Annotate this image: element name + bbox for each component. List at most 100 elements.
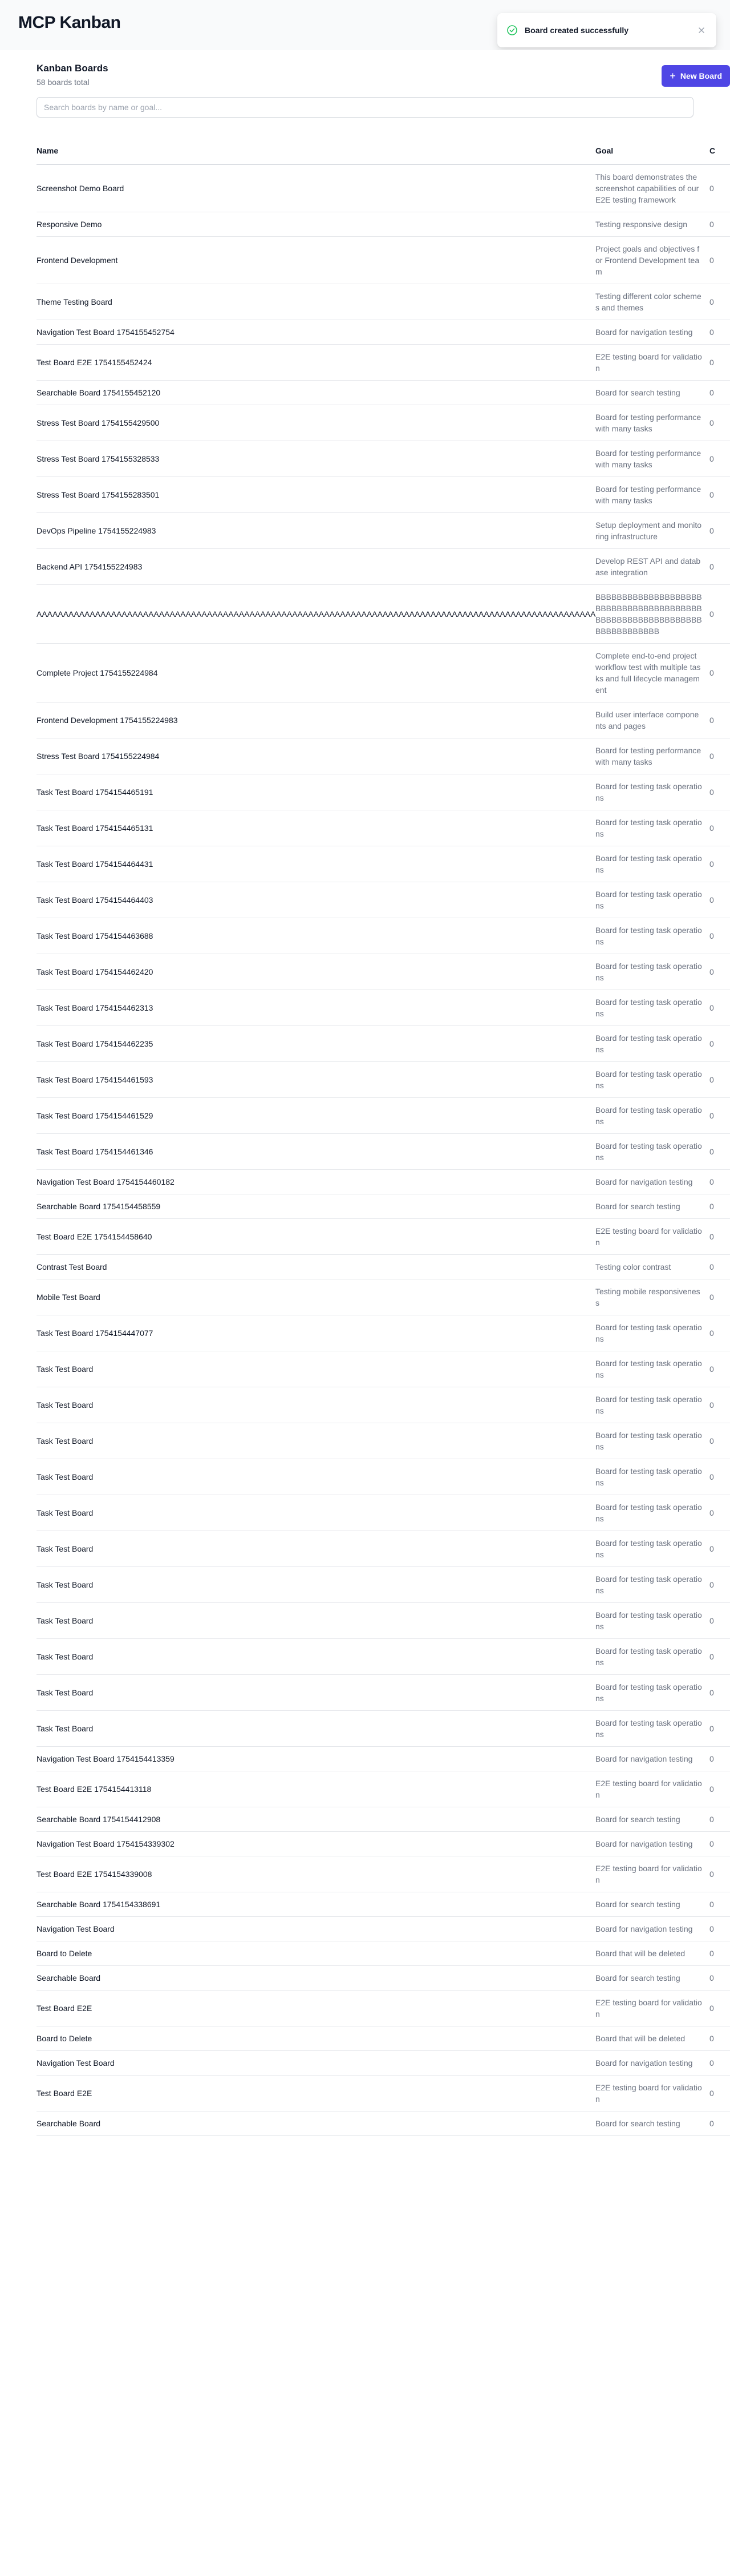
board-name-cell[interactable]: Task Test Board 1754154447077 xyxy=(36,1315,595,1351)
board-name-cell[interactable]: Complete Project 1754155224984 xyxy=(36,643,595,702)
table-row[interactable]: Task Test Board 1754154462235 Board for t… xyxy=(36,1025,730,1062)
board-name-cell[interactable]: Test Board E2E 1754154413118 xyxy=(36,1771,595,1807)
board-name-cell[interactable]: Navigation Test Board 1754154413359 xyxy=(36,1746,595,1771)
table-row[interactable]: Test Board E2E 1754154339008 E2E testing … xyxy=(36,1856,730,1892)
board-name-cell[interactable]: Mobile Test Board xyxy=(36,1279,595,1315)
column-header-name[interactable]: Name xyxy=(36,137,595,165)
board-name-cell[interactable]: Navigation Test Board 1754154460182 xyxy=(36,1169,595,1194)
table-row[interactable]: Task Test Board 1754154461529 Board for t… xyxy=(36,1097,730,1134)
table-row[interactable]: Navigation Test Board Board for navigatio… xyxy=(36,1916,730,1941)
board-name-cell[interactable]: Task Test Board xyxy=(36,1566,595,1603)
table-row[interactable]: Test Board E2E 1754154413118 E2E testing … xyxy=(36,1771,730,1807)
table-row[interactable]: Test Board E2E E2E testing board for vali… xyxy=(36,1990,730,2026)
table-row[interactable]: Searchable Board 1754155452120 Board for … xyxy=(36,380,730,405)
new-board-button[interactable]: + New Board xyxy=(662,65,730,87)
table-row[interactable]: Searchable Board 1754154412908 Board for … xyxy=(36,1807,730,1832)
table-row[interactable]: Task Test Board 1754154465191 Board for t… xyxy=(36,774,730,810)
board-name-cell[interactable]: Task Test Board xyxy=(36,1459,595,1495)
board-name-cell[interactable]: Task Test Board 1754154462235 xyxy=(36,1025,595,1062)
board-name-cell[interactable]: Searchable Board 1754154338691 xyxy=(36,1892,595,1917)
board-name-cell[interactable]: Backend API 1754155224983 xyxy=(36,548,595,585)
column-header-goal[interactable]: Goal xyxy=(595,137,709,165)
board-name-cell[interactable]: Task Test Board 1754154465131 xyxy=(36,810,595,846)
board-name-cell[interactable]: Stress Test Board 1754155328533 xyxy=(36,441,595,477)
board-name-cell[interactable]: Task Test Board 1754154463688 xyxy=(36,918,595,954)
board-name-cell[interactable]: Task Test Board xyxy=(36,1674,595,1711)
board-name-cell[interactable]: Searchable Board 1754154458559 xyxy=(36,1194,595,1219)
table-row[interactable]: Contrast Test Board Testing color contras… xyxy=(36,1254,730,1279)
boards-table-wrapper[interactable]: Name Goal C Screenshot Demo Board This bo… xyxy=(36,137,730,2136)
table-row[interactable]: Theme Testing Board Testing different col… xyxy=(36,284,730,320)
board-name-cell[interactable]: Navigation Test Board 1754155452754 xyxy=(36,320,595,345)
table-row[interactable]: Mobile Test Board Testing mobile responsi… xyxy=(36,1279,730,1315)
board-name-cell[interactable]: Task Test Board xyxy=(36,1602,595,1639)
table-row[interactable]: Task Test Board 1754154461346 Board for t… xyxy=(36,1133,730,1170)
table-row[interactable]: Task Test Board Board for testing task op… xyxy=(36,1387,730,1423)
table-row[interactable]: Task Test Board Board for testing task op… xyxy=(36,1495,730,1531)
board-name-cell[interactable]: Task Test Board xyxy=(36,1531,595,1567)
board-name-cell[interactable]: Frontend Development xyxy=(36,236,595,284)
table-row[interactable]: Task Test Board 1754154463688 Board for t… xyxy=(36,918,730,954)
table-row[interactable]: DevOps Pipeline 1754155224983 Setup deplo… xyxy=(36,512,730,549)
table-row[interactable]: Task Test Board Board for testing task op… xyxy=(36,1459,730,1495)
column-header-extra[interactable]: C xyxy=(709,137,730,165)
board-name-cell[interactable]: Searchable Board xyxy=(36,1965,595,1990)
table-row[interactable]: Task Test Board 1754154464403 Board for t… xyxy=(36,882,730,918)
board-name-cell[interactable]: Task Test Board xyxy=(36,1351,595,1387)
table-row[interactable]: Navigation Test Board 1754154339302 Board… xyxy=(36,1831,730,1856)
board-name-cell[interactable]: Test Board E2E 1754154458640 xyxy=(36,1218,595,1255)
board-name-cell[interactable]: Task Test Board xyxy=(36,1387,595,1423)
table-row[interactable]: Navigation Test Board Board for navigatio… xyxy=(36,2050,730,2076)
table-row[interactable]: Searchable Board Board for search testing… xyxy=(36,2111,730,2136)
board-name-cell[interactable]: Navigation Test Board 1754154339302 xyxy=(36,1831,595,1856)
board-name-cell[interactable]: Task Test Board 1754154462420 xyxy=(36,954,595,990)
board-name-cell[interactable]: Theme Testing Board xyxy=(36,284,595,320)
table-row[interactable]: Test Board E2E E2E testing board for vali… xyxy=(36,2075,730,2111)
board-name-cell[interactable]: Frontend Development 1754155224983 xyxy=(36,702,595,738)
table-row[interactable]: Task Test Board 1754154464431 Board for t… xyxy=(36,846,730,882)
board-name-cell[interactable]: Responsive Demo xyxy=(36,212,595,237)
board-name-cell[interactable]: DevOps Pipeline 1754155224983 xyxy=(36,512,595,549)
table-row[interactable]: Navigation Test Board 1754154460182 Board… xyxy=(36,1169,730,1194)
board-name-cell[interactable]: Navigation Test Board xyxy=(36,1916,595,1941)
table-row[interactable]: Test Board E2E 1754155452424 E2E testing … xyxy=(36,344,730,381)
board-name-cell[interactable]: Test Board E2E xyxy=(36,1990,595,2026)
board-name-cell[interactable]: Task Test Board 1754154464431 xyxy=(36,846,595,882)
table-row[interactable]: Screenshot Demo Board This board demonstr… xyxy=(36,164,730,212)
board-name-cell[interactable]: Test Board E2E 1754155452424 xyxy=(36,344,595,381)
table-row[interactable]: Stress Test Board 1754155328533 Board for… xyxy=(36,441,730,477)
table-row[interactable]: Stress Test Board 1754155283501 Board for… xyxy=(36,477,730,513)
table-row[interactable]: Complete Project 1754155224984 Complete e… xyxy=(36,643,730,702)
board-name-cell[interactable]: Searchable Board 1754155452120 xyxy=(36,380,595,405)
table-row[interactable]: Task Test Board Board for testing task op… xyxy=(36,1351,730,1387)
board-name-cell[interactable]: Board to Delete xyxy=(36,1941,595,1966)
board-name-cell[interactable]: Task Test Board xyxy=(36,1710,595,1747)
table-row[interactable]: Board to Delete Board that will be delete… xyxy=(36,1941,730,1966)
board-name-cell[interactable]: Task Test Board xyxy=(36,1423,595,1459)
board-name-cell[interactable]: Board to Delete xyxy=(36,2026,595,2051)
board-name-cell[interactable]: Task Test Board xyxy=(36,1638,595,1675)
table-row[interactable]: Task Test Board Board for testing task op… xyxy=(36,1423,730,1459)
table-row[interactable]: Task Test Board 1754154461593 Board for t… xyxy=(36,1061,730,1098)
table-row[interactable]: Board to Delete Board that will be delete… xyxy=(36,2026,730,2051)
board-name-cell[interactable]: Searchable Board xyxy=(36,2111,595,2136)
board-name-cell[interactable]: Contrast Test Board xyxy=(36,1254,595,1279)
board-name-cell[interactable]: Navigation Test Board xyxy=(36,2050,595,2076)
board-name-cell[interactable]: Stress Test Board 1754155283501 xyxy=(36,477,595,513)
table-row[interactable]: Task Test Board 1754154465131 Board for t… xyxy=(36,810,730,846)
search-input[interactable] xyxy=(36,97,694,118)
table-row[interactable]: Task Test Board Board for testing task op… xyxy=(36,1566,730,1603)
table-row[interactable]: Searchable Board 1754154458559 Board for … xyxy=(36,1194,730,1219)
close-icon[interactable] xyxy=(696,25,707,36)
table-row[interactable]: Task Test Board Board for testing task op… xyxy=(36,1602,730,1639)
board-name-cell[interactable]: AAAAAAAAAAAAAAAAAAAAAAAAAAAAAAAAAAAAAAAA… xyxy=(36,584,595,644)
table-row[interactable]: Task Test Board Board for testing task op… xyxy=(36,1674,730,1711)
board-name-cell[interactable]: Task Test Board xyxy=(36,1495,595,1531)
table-row[interactable]: Task Test Board Board for testing task op… xyxy=(36,1531,730,1567)
table-row[interactable]: Searchable Board Board for search testing… xyxy=(36,1965,730,1990)
table-row[interactable]: Test Board E2E 1754154458640 E2E testing … xyxy=(36,1218,730,1255)
board-name-cell[interactable]: Screenshot Demo Board xyxy=(36,164,595,212)
table-row[interactable]: Stress Test Board 1754155429500 Board for… xyxy=(36,405,730,441)
table-row[interactable]: Task Test Board 1754154462313 Board for t… xyxy=(36,990,730,1026)
table-row[interactable]: Backend API 1754155224983 Develop REST AP… xyxy=(36,548,730,585)
